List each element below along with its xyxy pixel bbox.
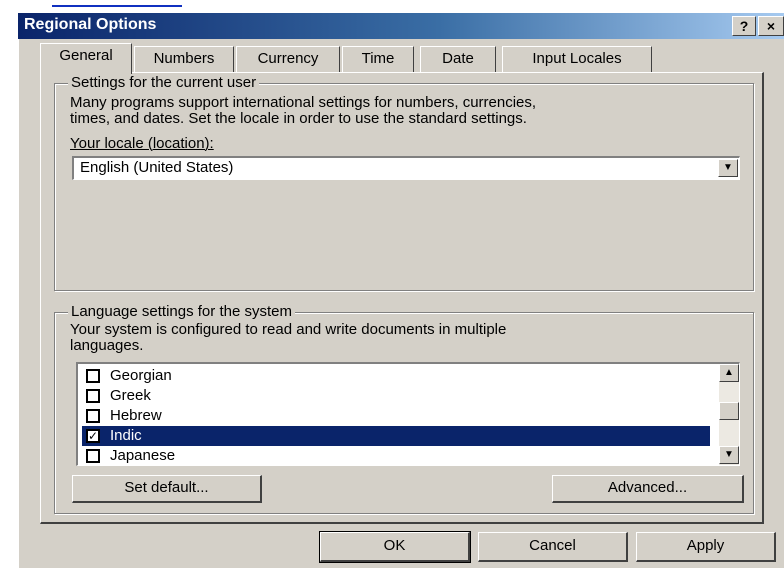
apply-button[interactable]: Apply <box>636 532 776 562</box>
language-checkbox-georgian[interactable] <box>86 369 100 383</box>
language-label-greek: Greek <box>110 387 151 404</box>
top-link-underline <box>52 0 182 7</box>
cancel-button[interactable]: Cancel <box>478 532 628 562</box>
tab-general[interactable]: General <box>40 43 132 74</box>
language-checkbox-hebrew[interactable] <box>86 409 100 423</box>
language-list-scrollbar[interactable]: ▲ ▼ <box>719 364 739 465</box>
scroll-thumb[interactable] <box>719 402 739 420</box>
user-settings-description-line1: Many programs support international sett… <box>70 94 537 111</box>
tab-time[interactable]: Time <box>342 46 414 72</box>
language-item-japanese[interactable]: Japanese <box>82 446 710 465</box>
language-item-hebrew[interactable]: Hebrew <box>82 406 710 426</box>
close-button[interactable]: × <box>758 16 784 36</box>
set-default-button[interactable]: Set default... <box>72 475 262 503</box>
tab-input-locales[interactable]: Input Locales <box>502 46 652 72</box>
ok-button[interactable]: OK <box>319 531 471 563</box>
language-checkbox-japanese[interactable] <box>86 449 100 463</box>
advanced-button[interactable]: Advanced... <box>552 475 744 503</box>
tab-numbers[interactable]: Numbers <box>134 46 234 72</box>
language-label-hebrew: Hebrew <box>110 407 162 424</box>
tab-currency[interactable]: Currency <box>236 46 340 72</box>
help-button[interactable]: ? <box>732 16 756 36</box>
user-settings-description-line2: times, and dates. Set the locale in orde… <box>70 110 527 127</box>
locale-label: Your locale (location): <box>70 135 214 152</box>
language-item-greek[interactable]: Greek <box>82 386 710 406</box>
language-checkbox-greek[interactable] <box>86 389 100 403</box>
language-item-indic[interactable]: ✓ Indic <box>82 426 710 446</box>
locale-combobox[interactable]: English (United States) ▼ <box>72 156 740 180</box>
tab-date[interactable]: Date <box>420 46 496 72</box>
language-listbox[interactable]: Georgian Greek Hebrew ✓ Indic Japanese ▲… <box>76 362 740 466</box>
language-settings-description-line2: languages. <box>70 337 144 354</box>
checkmark-icon[interactable]: ✓ <box>86 429 100 443</box>
chevron-down-icon[interactable]: ▼ <box>718 159 738 177</box>
scroll-up-arrow-icon[interactable]: ▲ <box>719 364 739 382</box>
user-settings-group-label: Settings for the current user <box>68 75 260 91</box>
language-item-georgian[interactable]: Georgian <box>82 366 710 386</box>
language-label-japanese: Japanese <box>110 447 176 464</box>
language-settings-group-label: Language settings for the system <box>68 304 295 320</box>
language-label-georgian: Georgian <box>110 367 172 384</box>
locale-combobox-value: English (United States) <box>80 159 234 176</box>
language-label-indic: Indic <box>110 427 142 444</box>
scroll-down-arrow-icon[interactable]: ▼ <box>719 446 739 464</box>
window-title: Regional Options <box>24 16 157 33</box>
language-settings-description-line1: Your system is configured to read and wr… <box>70 321 507 338</box>
